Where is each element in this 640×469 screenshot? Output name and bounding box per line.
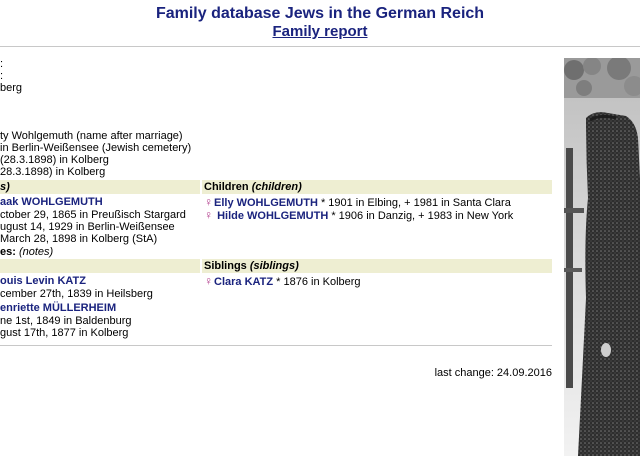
mother-born: ne 1st, 1849 in Baldenburg: [0, 315, 132, 327]
female-icon: ♀: [204, 195, 213, 209]
notes-value: (notes): [18, 246, 54, 258]
person-marriage-1: (28.3.1898) in Kolberg: [0, 154, 109, 166]
site-title: Family database Jews in the German Reich: [155, 5, 485, 22]
header-divider: [0, 46, 640, 47]
portrait-photo: [564, 58, 640, 456]
child-item: ♀ Hilde WOHLGEMUTH * 1906 in Danzig, + 1…: [204, 209, 513, 222]
child-details: * 1906 in Danzig, + 1983 in New York: [328, 210, 514, 222]
person-detail-line: :: [0, 58, 4, 70]
sibling-details: * 1876 in Kolberg: [273, 276, 361, 288]
person-burial: in Berlin-Weißensee (Jewish cemetery): [0, 142, 192, 154]
notes-label: es:: [0, 246, 16, 258]
page-title-link[interactable]: Family report: [0, 22, 640, 42]
siblings-section-header: Siblings (siblings): [202, 259, 552, 273]
spouse-died: ugust 14, 1929 in Berlin-Weißensee: [0, 221, 175, 233]
spouse-born: ctober 29, 1865 in Preußisch Stargard: [0, 209, 186, 221]
person-married-name: ty Wohlgemuth (name after marriage): [0, 130, 183, 142]
siblings-header-sub: (siblings): [249, 260, 299, 272]
child-name-link[interactable]: Elly WOHLGEMUTH: [214, 197, 318, 209]
spouse-name-link[interactable]: aak WOHLGEMUTH: [0, 196, 103, 208]
child-item: ♀Elly WOHLGEMUTH * 1901 in Elbing, + 198…: [204, 196, 511, 209]
mother-died: gust 17th, 1877 in Kolberg: [0, 327, 129, 339]
father-born: cember 27th, 1839 in Heilsberg: [0, 288, 153, 300]
mother-name-link[interactable]: enriette MÜLLERHEIM: [0, 302, 116, 314]
portrait-illustration: [564, 58, 640, 456]
female-icon: ♀: [204, 208, 213, 222]
children-header-label: Children: [204, 181, 249, 193]
child-name-link[interactable]: Hilde WOHLGEMUTH: [217, 210, 328, 222]
person-detail-line: berg: [0, 82, 23, 94]
sibling-item: ♀Clara KATZ * 1876 in Kolberg: [204, 275, 361, 288]
last-change: last change: 24.09.2016: [434, 367, 552, 379]
spouse-married: March 28, 1898 in Kolberg (StA): [0, 233, 158, 245]
content-divider: [0, 345, 552, 346]
child-details: * 1901 in Elbing, + 1981 in Santa Clara: [317, 197, 511, 209]
children-header-sub: (children): [251, 181, 302, 193]
female-icon: ♀: [204, 274, 213, 288]
person-detail-line: :: [0, 70, 4, 82]
siblings-header-label: Siblings: [204, 260, 247, 272]
spouse-section-header: s): [0, 180, 200, 194]
children-section-header: Children (children): [202, 180, 552, 194]
person-marriage-2: 28.3.1898) in Kolberg: [0, 166, 106, 178]
sibling-name-link[interactable]: Clara KATZ: [214, 276, 273, 288]
father-name-link[interactable]: ouis Levin KATZ: [0, 275, 86, 287]
parents-section-header: [0, 259, 200, 273]
spouse-header-text: s): [0, 181, 10, 193]
spouse-notes: es: (notes): [0, 246, 53, 258]
